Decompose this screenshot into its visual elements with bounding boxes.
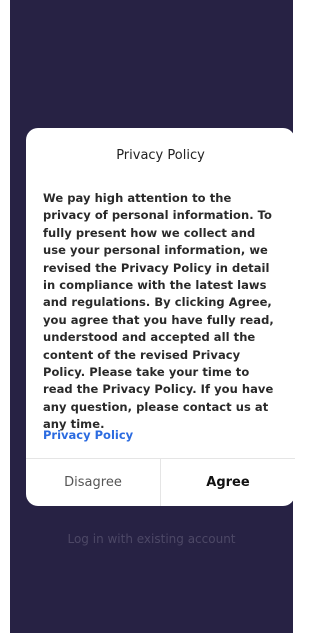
disagree-button[interactable]: Disagree [26,459,160,506]
privacy-policy-link[interactable]: Privacy Policy [43,428,133,442]
dialog-body-text: We pay high attention to the privacy of … [43,191,274,432]
agree-button[interactable]: Agree [161,459,295,506]
login-existing-account-link[interactable]: Log in with existing account [10,532,293,546]
privacy-policy-dialog: Privacy Policy We pay high attention to … [26,128,295,506]
dialog-title: Privacy Policy [116,148,205,163]
